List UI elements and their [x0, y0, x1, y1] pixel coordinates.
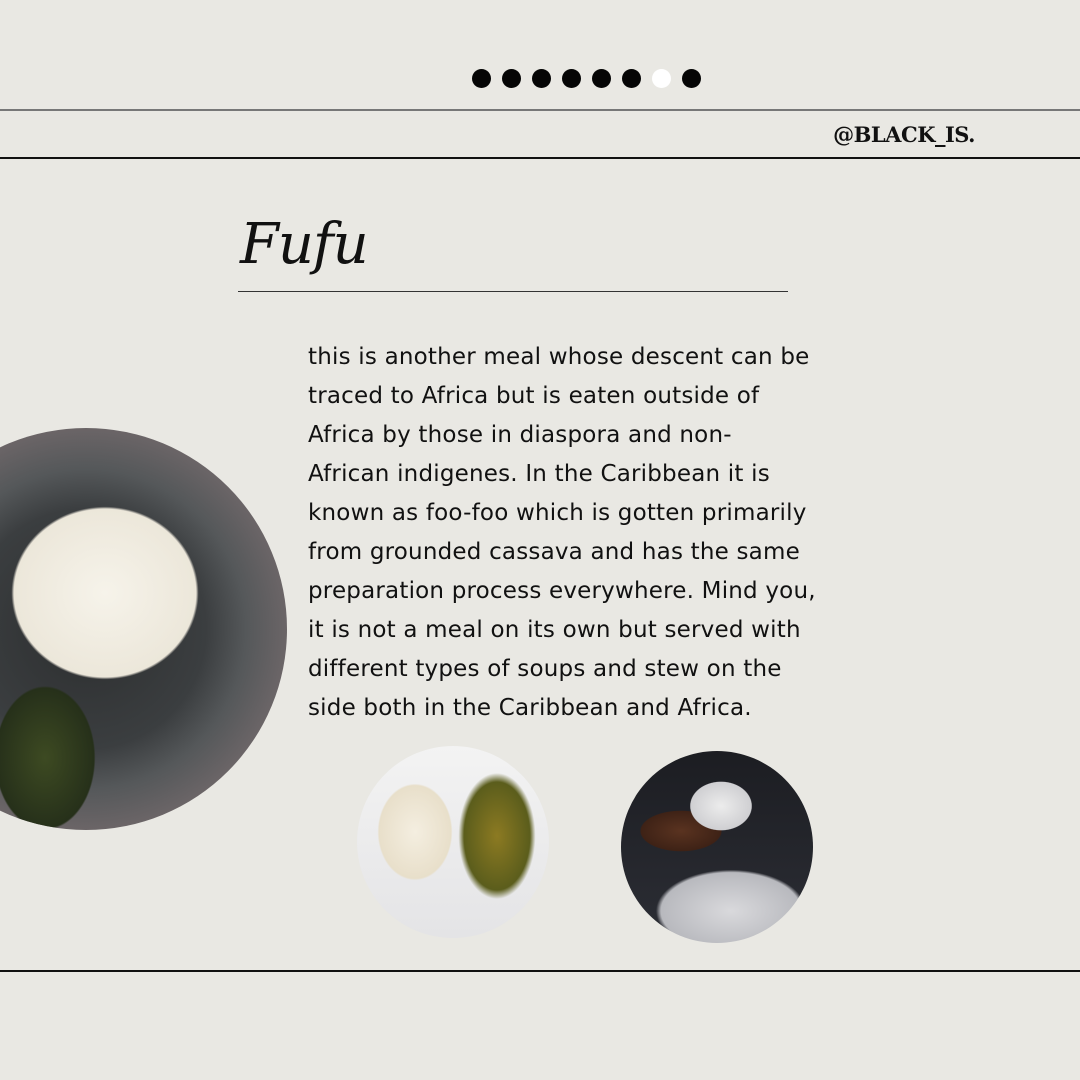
page-dot[interactable]	[472, 69, 491, 88]
page-dot[interactable]	[532, 69, 551, 88]
page-dot[interactable]	[592, 69, 611, 88]
fufu-plate-photo	[0, 428, 287, 830]
fufu-with-soup-photo	[357, 746, 549, 938]
page-dot[interactable]	[502, 69, 521, 88]
divider-header	[0, 157, 1080, 159]
body-line: this is another meal whose descent can b…	[308, 344, 810, 370]
body-line: African indigenes. In the Caribbean it i…	[308, 461, 770, 487]
body-line: traced to Africa but is eaten outside of	[308, 383, 760, 409]
body-line: Africa by those in diaspora and non-	[308, 422, 732, 448]
body-line: side both in the Caribbean and Africa.	[308, 695, 752, 721]
fufu-balls-hand-photo	[621, 751, 813, 943]
body-text: this is another meal whose descent can b…	[308, 338, 948, 728]
body-line: known as foo-foo which is gotten primari…	[308, 500, 807, 526]
pagination-dots	[472, 69, 701, 88]
page-title: Fufu	[240, 212, 369, 277]
divider-bottom	[0, 970, 1080, 972]
body-line: different types of soups and stew on the	[308, 656, 782, 682]
body-line: from grounded cassava and has the same	[308, 539, 800, 565]
divider-top	[0, 109, 1080, 111]
page-dot-active[interactable]	[652, 69, 671, 88]
body-line: preparation process everywhere. Mind you…	[308, 578, 816, 604]
page-dot[interactable]	[682, 69, 701, 88]
body-line: it is not a meal on its own but served w…	[308, 617, 801, 643]
title-underline	[238, 291, 788, 292]
account-handle: @BLACK_IS.	[833, 122, 975, 147]
page-dot[interactable]	[562, 69, 581, 88]
page-dot[interactable]	[622, 69, 641, 88]
